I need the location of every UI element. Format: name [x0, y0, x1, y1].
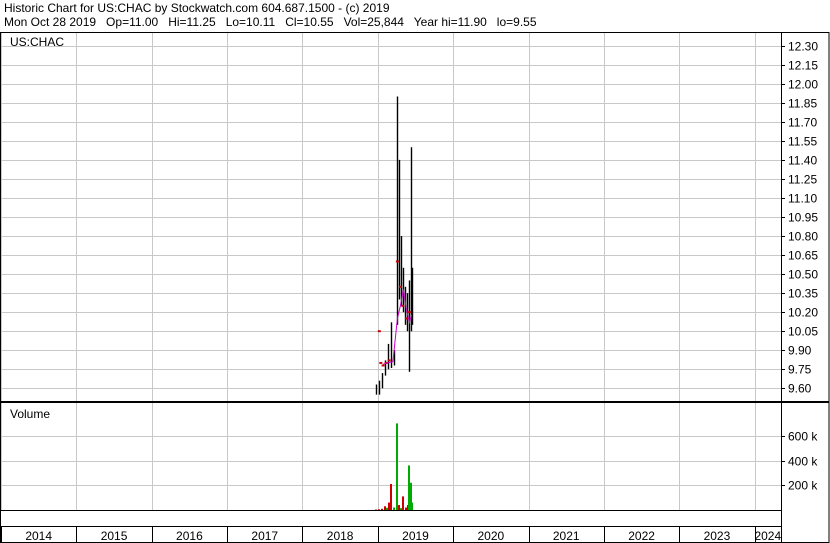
volume-bar — [400, 508, 402, 510]
price-mark — [401, 304, 405, 307]
price-tick-label: 11.10 — [788, 192, 817, 206]
year-label: 2016 — [176, 529, 203, 543]
year-label: 2019 — [402, 529, 429, 543]
year-label: 2024 — [754, 529, 781, 543]
price-tick-label: 10.35 — [788, 287, 818, 301]
volume-bar — [402, 496, 404, 510]
price-tick-label: 10.50 — [788, 268, 818, 282]
price-tick-label: 11.55 — [788, 135, 817, 149]
price-tick-label: 12.30 — [788, 40, 818, 54]
panel-frames — [0, 32, 830, 543]
year-label: 2023 — [704, 529, 731, 543]
grid-lines — [1, 33, 781, 542]
volume-bar — [384, 506, 386, 510]
year-label: 2022 — [628, 529, 655, 543]
price-tick-label: 10.65 — [788, 249, 818, 263]
volume-tick-label: 200 k — [788, 479, 818, 493]
price-tick-label: 10.95 — [788, 211, 818, 225]
volume-panel-frame — [0, 402, 830, 543]
price-mark — [395, 260, 399, 263]
volume-bar — [393, 507, 395, 510]
price-mark — [404, 317, 408, 320]
volume-bar — [378, 509, 380, 510]
stock-chart: US:CHAC Volume 12.30 12.15 12.00 11.85 11.70… — [0, 32, 830, 543]
volume-bar — [408, 465, 410, 510]
volume-axis: 600 k 400 k 200 k — [781, 430, 818, 493]
year-label: 2017 — [251, 529, 278, 543]
price-mark — [377, 330, 381, 333]
price-tick-label: 11.85 — [788, 97, 817, 111]
volume-tick-label: 400 k — [788, 455, 818, 469]
price-mark — [407, 311, 411, 314]
price-tick-label: 9.60 — [788, 382, 812, 396]
volume-bar — [390, 484, 392, 510]
price-panel-label: US:CHAC — [10, 35, 64, 49]
volume-panel-label: Volume — [10, 407, 50, 421]
volume-bar — [411, 502, 413, 510]
price-axis: 12.30 12.15 12.00 11.85 11.70 11.55 11.40 11.25… — [781, 40, 818, 396]
volume-bar — [396, 423, 398, 510]
volume-bar — [398, 505, 400, 510]
price-tick-label: 9.90 — [788, 344, 812, 358]
volume-bar — [381, 508, 383, 510]
price-mark — [379, 361, 383, 364]
price-tick-label: 10.20 — [788, 306, 818, 320]
price-mark — [398, 285, 402, 288]
volume-bar — [388, 502, 390, 510]
year-label: 2018 — [327, 529, 354, 543]
volume-bar — [405, 507, 407, 510]
price-tick-label: 11.70 — [788, 116, 817, 130]
price-tick-label: 12.15 — [788, 59, 818, 73]
year-axis: 2014 2015 2016 2017 2018 2019 2020 2021 2022 2023… — [25, 529, 781, 543]
year-label: 2020 — [478, 529, 505, 543]
price-tick-label: 11.40 — [788, 154, 817, 168]
price-tick-label: 10.80 — [788, 230, 818, 244]
volume-bar — [386, 507, 388, 510]
year-label: 2015 — [101, 529, 128, 543]
price-mark — [381, 364, 385, 367]
volume-tick-label: 600 k — [788, 430, 818, 444]
price-tick-label: 12.00 — [788, 78, 818, 92]
price-tick-label: 10.05 — [788, 325, 818, 339]
price-tick-label: 11.25 — [788, 173, 817, 187]
price-mark — [387, 359, 391, 362]
price-tick-label: 9.75 — [788, 363, 812, 377]
year-label: 2021 — [553, 529, 580, 543]
year-label: 2014 — [25, 529, 52, 543]
